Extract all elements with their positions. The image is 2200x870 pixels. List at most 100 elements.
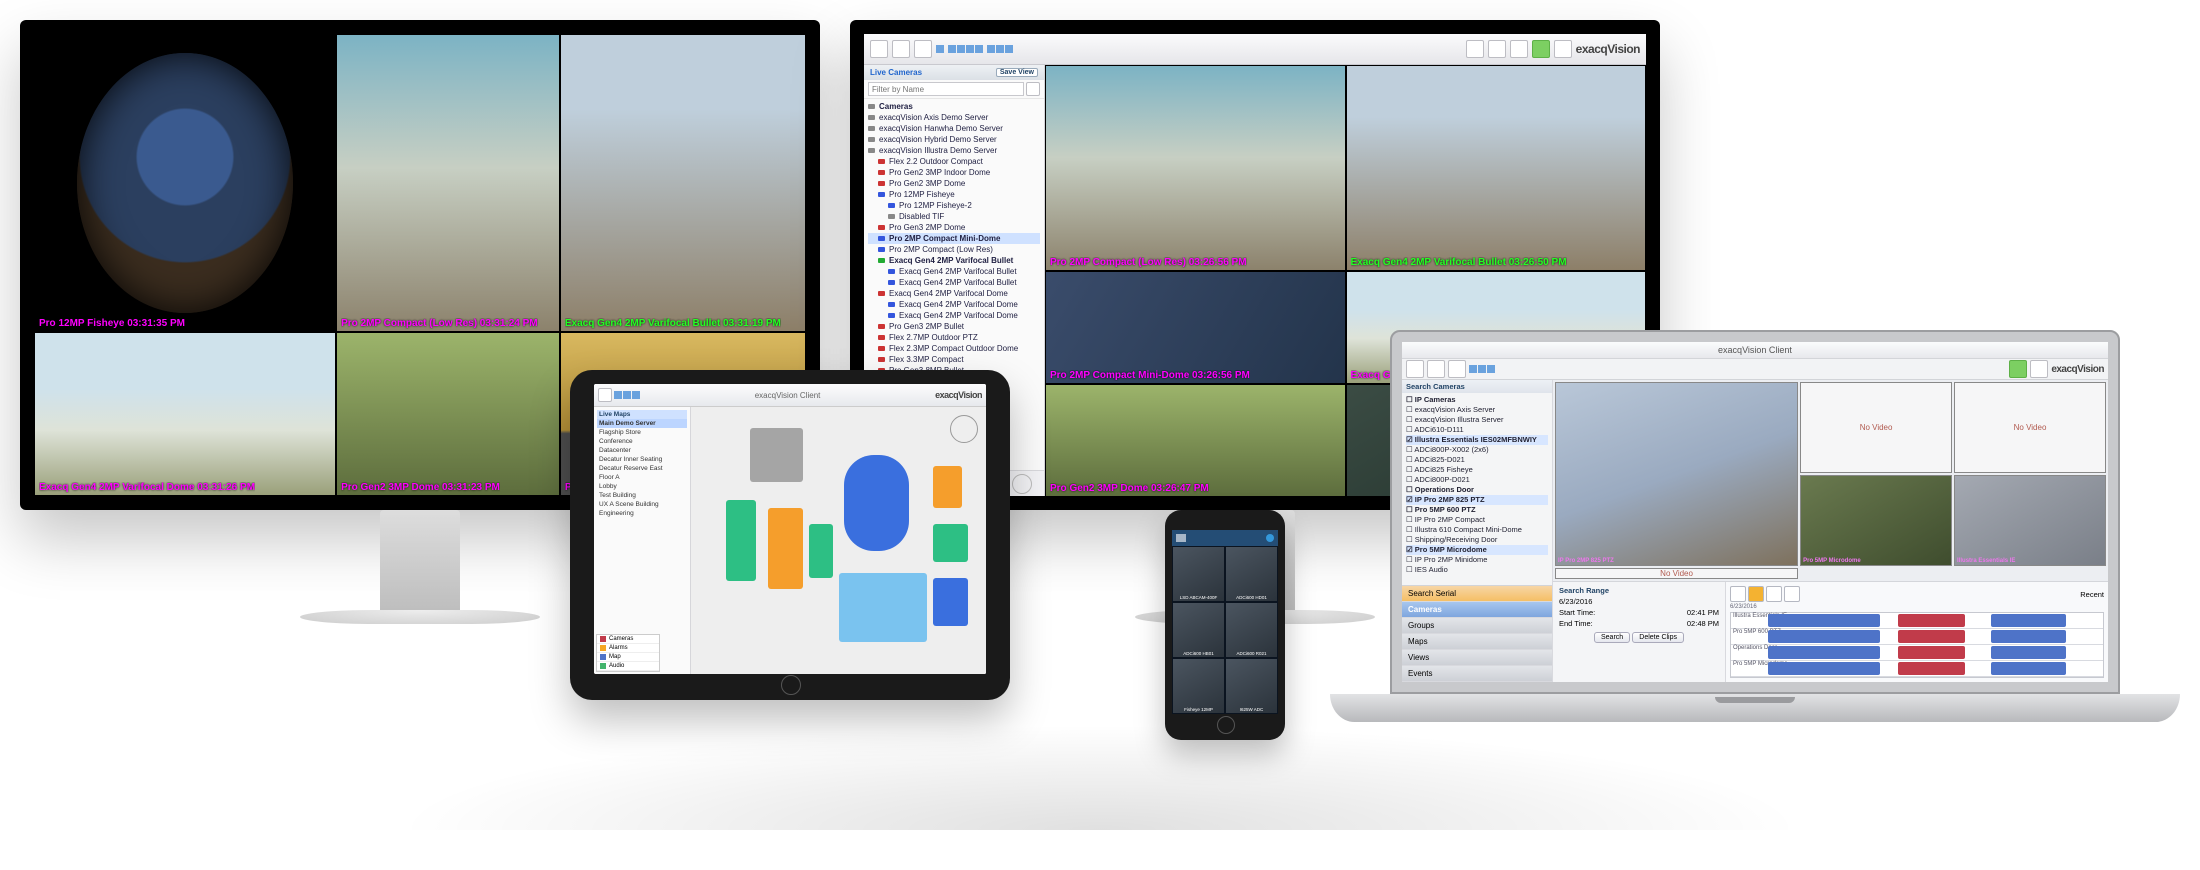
- camera-tile[interactable]: Exacq Gen4 2MP Varifocal Dome 03:31:26 P…: [34, 332, 336, 496]
- tree-item[interactable]: Exacq Gen4 2MP Varifocal Dome: [868, 299, 1040, 310]
- step-back-icon[interactable]: [1730, 586, 1746, 602]
- delete-clips-button[interactable]: Delete Clips: [1632, 632, 1684, 643]
- tree-item[interactable]: Pro 2MP Compact Mini-Dome: [868, 233, 1040, 244]
- camera-tile[interactable]: Pro 2MP Compact Mini-Dome 03:26:56 PM: [1045, 271, 1346, 384]
- help-icon[interactable]: [2030, 360, 2048, 378]
- map-tree-item[interactable]: UX A Scene Building: [597, 500, 687, 509]
- camera-tile[interactable]: Pro 2MP Compact (Low Res) 03:31:24 PM: [336, 34, 560, 332]
- timeline-segment[interactable]: [1898, 646, 1965, 659]
- step-fwd-icon[interactable]: [1766, 586, 1782, 602]
- help-icon[interactable]: [1554, 40, 1572, 58]
- ptz-zoom-icon[interactable]: [1012, 474, 1032, 494]
- search-icon[interactable]: [1427, 360, 1445, 378]
- phone-tile[interactable]: ADCi600 HB01: [1172, 602, 1225, 658]
- camera-tile[interactable]: Pro Gen2 3MP Dome 03:26:47 PM: [1045, 384, 1346, 496]
- tree-item[interactable]: Disabled TIF: [868, 211, 1040, 222]
- add-button[interactable]: [1532, 40, 1550, 58]
- result-thumb[interactable]: Pro 5MP Microdome: [1800, 475, 1952, 566]
- timeline-segment[interactable]: [1768, 646, 1880, 659]
- phone-tile[interactable]: ADCi600 R021: [1225, 602, 1278, 658]
- search-tree-item[interactable]: ☐ IP Pro 2MP Minidome: [1406, 555, 1548, 565]
- search-tree-item[interactable]: ☐ ADCi610-D111: [1406, 425, 1548, 435]
- timeline-segment[interactable]: [1768, 662, 1880, 675]
- tree-item[interactable]: Flex 2.7MP Outdoor PTZ: [868, 332, 1040, 343]
- site-map[interactable]: [691, 407, 986, 674]
- timeline-segment[interactable]: [1898, 614, 1965, 627]
- tree-item[interactable]: exacqVision Hanwha Demo Server: [868, 123, 1040, 134]
- filter-clear-icon[interactable]: [1026, 82, 1040, 96]
- save-view-button[interactable]: Save View: [996, 68, 1038, 77]
- connect-icon[interactable]: [1266, 534, 1274, 542]
- map-tree-item[interactable]: Conference: [597, 437, 687, 446]
- result-thumb[interactable]: Illustra Essentials IE: [1954, 475, 2106, 566]
- tree-item[interactable]: exacqVision Hybrid Demo Server: [868, 134, 1040, 145]
- camera-tile[interactable]: Exacq Gen4 2MP Varifocal Bullet 03:26:50…: [1346, 65, 1647, 271]
- search-tree-item[interactable]: ☐ IES Audio: [1406, 565, 1548, 575]
- search-tree-item[interactable]: ☐ ADCi825 Fisheye: [1406, 465, 1548, 475]
- timeline-track[interactable]: Illustra Essentials IE: [1731, 613, 2103, 629]
- phone-tile[interactable]: LSD ABCAM-400F: [1172, 546, 1225, 602]
- phone-titlebar[interactable]: [1172, 530, 1278, 546]
- phone-grid[interactable]: LSD ABCAM-400FADCi600 HD01ADCi600 HB01AD…: [1172, 546, 1278, 714]
- nav-back-icon[interactable]: [870, 40, 888, 58]
- accordion-item[interactable]: Events: [1402, 666, 1552, 682]
- timeline-segment[interactable]: [1991, 630, 2065, 643]
- map-tree-item[interactable]: Decatur Reserve East: [597, 464, 687, 473]
- search-accordion[interactable]: Search SerialCamerasGroupsMapsViewsEvent…: [1402, 585, 1552, 682]
- search-tree-item[interactable]: ☐ Shipping/Receiving Door: [1406, 535, 1548, 545]
- search-tree-item[interactable]: ☑ Pro 5MP Microdome: [1406, 545, 1548, 555]
- search-tree-item[interactable]: ☐ IP Pro 2MP Compact: [1406, 515, 1548, 525]
- accordion-item[interactable]: Search Serial: [1402, 586, 1552, 602]
- play-icon[interactable]: [1748, 586, 1764, 602]
- start-time[interactable]: 02:41 PM: [1687, 608, 1719, 617]
- tree-item[interactable]: Pro Gen2 3MP Indoor Dome: [868, 167, 1040, 178]
- building[interactable]: [726, 500, 756, 580]
- camera-tile[interactable]: Exacq Gen4 2MP Varifocal Bullet 03:31:19…: [560, 34, 806, 332]
- building[interactable]: [933, 524, 968, 561]
- no-video-tile[interactable]: No Video: [1800, 382, 1952, 473]
- building[interactable]: [844, 455, 909, 551]
- tree-item[interactable]: Flex 2.2 Outdoor Compact: [868, 156, 1040, 167]
- snapshot-icon[interactable]: [1488, 40, 1506, 58]
- building[interactable]: [933, 578, 968, 626]
- tree-item[interactable]: Pro Gen2 3MP Dome: [868, 178, 1040, 189]
- search-tree-item[interactable]: ☐ IP Cameras: [1406, 395, 1548, 405]
- timeline-segment[interactable]: [1768, 630, 1880, 643]
- camera-tile[interactable]: Pro 2MP Compact (Low Res) 03:26:56 PM: [1045, 65, 1346, 271]
- map-tree-item[interactable]: Main Demo Server: [597, 419, 687, 428]
- tree-item[interactable]: Exacq Gen4 2MP Varifocal Bullet: [868, 255, 1040, 266]
- tree-item[interactable]: Pro Gen3 2MP Dome: [868, 222, 1040, 233]
- map-tree-item[interactable]: Engineering: [597, 509, 687, 518]
- nav-icon[interactable]: [1406, 360, 1424, 378]
- fullscreen-icon[interactable]: [1510, 40, 1528, 58]
- result-thumb[interactable]: IP Pro 2MP 825 PTZ: [1555, 382, 1798, 566]
- camera-tile[interactable]: Pro Gen2 3MP Dome 03:31:23 PM: [336, 332, 560, 496]
- timeline-track[interactable]: Pro 5MP 600 PTZ: [1731, 629, 2103, 645]
- layout-1x1-icon[interactable]: [936, 45, 944, 53]
- tree-item[interactable]: Pro 2MP Compact (Low Res): [868, 244, 1040, 255]
- timeline-segment[interactable]: [1898, 662, 1965, 675]
- add-button[interactable]: [2009, 360, 2027, 378]
- tree-item[interactable]: exacqVision Axis Demo Server: [868, 112, 1040, 123]
- map-tree-item[interactable]: Datacenter: [597, 446, 687, 455]
- layout-icon[interactable]: [1469, 365, 1495, 373]
- tree-item[interactable]: Pro 12MP Fisheye-2: [868, 200, 1040, 211]
- search-tree-item[interactable]: ☐ Operations Door: [1406, 485, 1548, 495]
- timeline-track[interactable]: Pro 5MP Microdome: [1731, 661, 2103, 677]
- tree-item[interactable]: exacqVision Illustra Demo Server: [868, 145, 1040, 156]
- search-button[interactable]: Search: [1594, 632, 1630, 643]
- tree-item[interactable]: Exacq Gen4 2MP Varifocal Bullet: [868, 277, 1040, 288]
- tree-item[interactable]: Flex 2.3MP Compact Outdoor Dome: [868, 343, 1040, 354]
- timeline-segment[interactable]: [1991, 646, 2065, 659]
- tree-item[interactable]: Pro 12MP Fisheye: [868, 189, 1040, 200]
- search-tree-item[interactable]: ☐ ADCi800P-D021: [1406, 475, 1548, 485]
- search-icon[interactable]: [892, 40, 910, 58]
- map-tree-item[interactable]: Floor A: [597, 473, 687, 482]
- search-tree-item[interactable]: ☑ Illustra Essentials IES02MFBNWIY: [1406, 435, 1548, 445]
- timeline-segment[interactable]: [1991, 614, 2065, 627]
- no-video-tile[interactable]: No Video: [1555, 568, 1798, 579]
- accordion-item[interactable]: Views: [1402, 650, 1552, 666]
- search-tree-item[interactable]: ☐ exacqVision Illustra Server: [1406, 415, 1548, 425]
- search-tree-item[interactable]: ☑ IP Pro 2MP 825 PTZ: [1406, 495, 1548, 505]
- speed-icon[interactable]: [1784, 586, 1800, 602]
